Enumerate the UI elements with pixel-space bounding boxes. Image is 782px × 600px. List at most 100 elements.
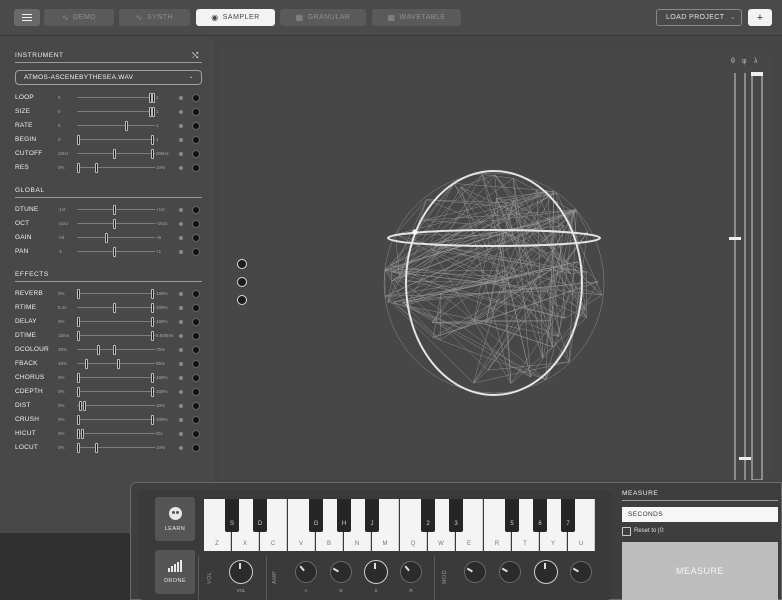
- modulate-button[interactable]: [192, 346, 200, 354]
- param-slider[interactable]: [77, 97, 155, 98]
- modulate-button[interactable]: [192, 388, 200, 396]
- slider-thumb[interactable]: [77, 289, 80, 299]
- slider-thumb[interactable]: [113, 205, 116, 215]
- tab-synth[interactable]: ∿ SYNTH: [119, 9, 190, 26]
- slider-thumb[interactable]: [113, 345, 116, 355]
- slider-thumb[interactable]: [79, 401, 82, 411]
- black-key-7[interactable]: 7: [561, 499, 575, 532]
- modulate-button[interactable]: [192, 318, 200, 326]
- mode-radio-3[interactable]: [237, 295, 247, 305]
- param-slider[interactable]: [77, 405, 155, 406]
- slider-thumb[interactable]: [113, 303, 116, 313]
- vol-knob[interactable]: [229, 560, 253, 584]
- slider-thumb[interactable]: [117, 359, 120, 369]
- mod-knob-1[interactable]: [464, 561, 486, 583]
- param-slider[interactable]: [77, 237, 155, 238]
- slider-thumb[interactable]: [83, 401, 86, 411]
- param-slider[interactable]: [77, 377, 155, 378]
- slider-thumb[interactable]: [125, 121, 128, 131]
- param-slider[interactable]: [77, 321, 155, 322]
- param-slider[interactable]: [77, 209, 155, 210]
- slider-thumb[interactable]: [77, 317, 80, 327]
- param-slider[interactable]: [77, 153, 155, 154]
- param-slider[interactable]: [77, 139, 155, 140]
- param-slider[interactable]: [77, 111, 155, 112]
- modulate-button[interactable]: [192, 206, 200, 214]
- slider-thumb[interactable]: [97, 345, 100, 355]
- modulate-button[interactable]: [192, 150, 200, 158]
- sample-select[interactable]: ATMOS-ASCENEBYTHESEA.WAV ⌄: [15, 70, 202, 85]
- modulate-button[interactable]: [192, 444, 200, 452]
- amp-attack-knob[interactable]: [295, 561, 317, 583]
- param-slider[interactable]: [77, 391, 155, 392]
- slider-thumb[interactable]: [113, 219, 116, 229]
- param-slider[interactable]: [77, 335, 155, 336]
- black-key-d[interactable]: D: [253, 499, 267, 532]
- black-key-j[interactable]: J: [365, 499, 379, 532]
- slider-thumb[interactable]: [77, 135, 80, 145]
- slider-thumb[interactable]: [95, 163, 98, 173]
- param-slider[interactable]: [77, 447, 155, 448]
- black-key-2[interactable]: 2: [421, 499, 435, 532]
- position-marker[interactable]: [412, 229, 418, 235]
- shuffle-icon[interactable]: ⤭: [192, 51, 198, 61]
- modulate-button[interactable]: [192, 416, 200, 424]
- modulate-button[interactable]: [192, 234, 200, 242]
- tab-granular[interactable]: ▦ GRANULAR: [280, 9, 366, 26]
- param-slider[interactable]: [77, 433, 155, 434]
- mod-knob-2[interactable]: [499, 561, 521, 583]
- slider-thumb[interactable]: [152, 93, 155, 103]
- black-key-h[interactable]: H: [337, 499, 351, 532]
- amp-release-knob[interactable]: [400, 561, 422, 583]
- slider-thumb[interactable]: [113, 149, 116, 159]
- mod-knob-3[interactable]: [534, 560, 558, 584]
- slider-thumb[interactable]: [77, 415, 80, 425]
- tab-sampler[interactable]: ◉ SAMPLER: [196, 9, 275, 26]
- param-slider[interactable]: [77, 223, 155, 224]
- modulate-button[interactable]: [192, 374, 200, 382]
- black-key-3[interactable]: 3: [449, 499, 463, 532]
- modulate-button[interactable]: [192, 220, 200, 228]
- param-slider[interactable]: [77, 167, 155, 168]
- slider-thumb[interactable]: [151, 317, 154, 327]
- param-slider[interactable]: [77, 125, 155, 126]
- modulate-button[interactable]: [192, 94, 200, 102]
- slider-thumb[interactable]: [85, 359, 88, 369]
- slider-thumb[interactable]: [151, 387, 154, 397]
- menu-button[interactable]: [14, 9, 40, 26]
- slider-thumb[interactable]: [77, 429, 80, 439]
- add-project-button[interactable]: +: [748, 9, 772, 26]
- modulate-button[interactable]: [192, 164, 200, 172]
- modulate-button[interactable]: [192, 360, 200, 368]
- drone-button[interactable]: DRONE: [155, 550, 195, 594]
- phi-slider-thumb[interactable]: [739, 457, 751, 460]
- modulate-button[interactable]: [192, 304, 200, 312]
- slider-thumb[interactable]: [77, 163, 80, 173]
- modulate-button[interactable]: [192, 248, 200, 256]
- tab-wavetable[interactable]: ▦ WAVETABLE: [372, 9, 461, 26]
- black-key-g[interactable]: G: [309, 499, 323, 532]
- lambda-slider-thumb[interactable]: [751, 72, 763, 76]
- black-key-s[interactable]: S: [225, 499, 239, 532]
- slider-thumb[interactable]: [151, 135, 154, 145]
- slider-thumb[interactable]: [77, 387, 80, 397]
- amp-decay-knob[interactable]: [330, 561, 352, 583]
- tab-demo[interactable]: ∿ DEMO: [44, 9, 114, 26]
- measure-unit-field[interactable]: SECONDS: [622, 507, 778, 522]
- mod-knob-4[interactable]: [570, 561, 592, 583]
- black-key-6[interactable]: 6: [533, 499, 547, 532]
- slider-thumb[interactable]: [77, 443, 80, 453]
- param-slider[interactable]: [77, 363, 155, 364]
- load-project-select[interactable]: LOAD PROJECT ⌄: [656, 9, 742, 26]
- black-key-5[interactable]: 5: [505, 499, 519, 532]
- modulate-button[interactable]: [192, 136, 200, 144]
- slider-thumb[interactable]: [151, 303, 154, 313]
- slider-thumb[interactable]: [151, 331, 154, 341]
- slider-thumb[interactable]: [95, 443, 98, 453]
- slider-thumb[interactable]: [77, 331, 80, 341]
- measure-button[interactable]: MEASURE: [622, 542, 778, 600]
- sphere-viewport[interactable]: θ φ λ: [220, 47, 770, 480]
- theta-slider-thumb[interactable]: [729, 237, 741, 240]
- slider-thumb[interactable]: [151, 373, 154, 383]
- slider-thumb[interactable]: [105, 233, 108, 243]
